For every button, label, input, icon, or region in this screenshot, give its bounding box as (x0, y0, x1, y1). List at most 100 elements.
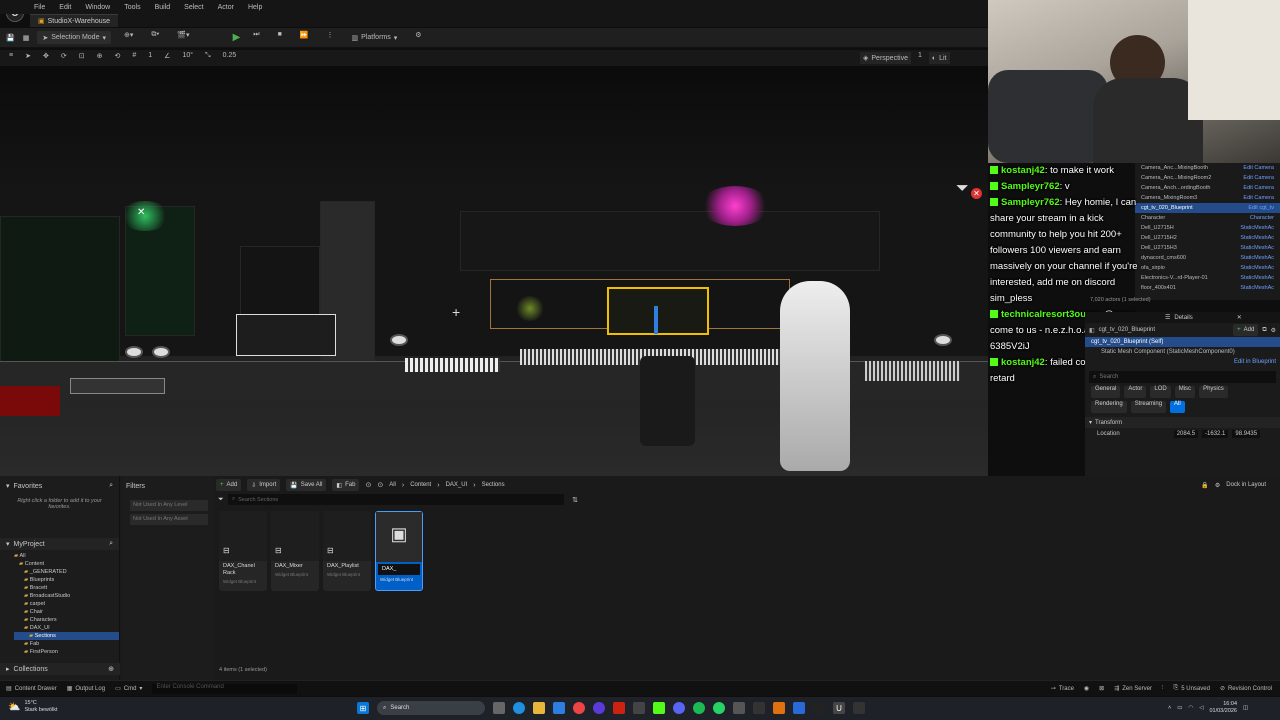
clock[interactable]: 16:04 01/03/2026 (1209, 701, 1237, 715)
whatsapp-icon[interactable] (713, 702, 725, 714)
outliner-row[interactable]: Dell_U2715H3 StaticMeshAc (1135, 243, 1280, 253)
cmd-dropdown[interactable]: ▭ Cmd ▾ (115, 685, 142, 693)
outliner-row[interactable]: Camera_Anc...MixingRoom2 Edit Camera (1135, 173, 1280, 183)
selection-mode-dropdown[interactable]: ➤ Selection Mode ▾ (37, 31, 111, 44)
cat-lod[interactable]: LOD (1150, 386, 1171, 398)
platforms-dropdown[interactable]: ▥ Platforms ▾ (347, 31, 403, 44)
folder-item[interactable]: ▰ carpet (14, 600, 119, 608)
outliner-row[interactable]: Dell_U2715H StaticMeshAc (1135, 223, 1280, 233)
app-icon[interactable] (813, 702, 825, 714)
asset-tile-selected[interactable]: ▣ DAX_ Widget Blueprint (375, 511, 423, 591)
folder-item[interactable]: ▰ Content (14, 560, 119, 568)
content-icon[interactable]: ▦ (23, 34, 30, 42)
blender-icon[interactable] (773, 702, 785, 714)
import-button[interactable]: ⇩ Import (247, 479, 281, 491)
folder-item[interactable]: ▰ Fab (14, 640, 119, 648)
folder-item[interactable]: ▰ BroadcastStudio (14, 592, 119, 600)
breadcrumb-sections[interactable]: Sections (482, 482, 505, 488)
folder-item[interactable]: ▰ _GENERATED (14, 568, 119, 576)
outliner-row[interactable]: cgt_tv_020_Blueprint Edit cgt_tv (1135, 203, 1280, 213)
folder-item[interactable]: ▰ DAX_UI (14, 624, 119, 632)
add-button[interactable]: + Add (216, 479, 242, 491)
grid-snap-icon[interactable]: # (129, 52, 139, 64)
details-search[interactable]: ⌕ Search (1089, 371, 1276, 383)
outliner-row[interactable]: floor_400x401 StaticMeshAc (1135, 283, 1280, 293)
app-icon[interactable] (613, 702, 625, 714)
close-icon[interactable]: ✕ (1237, 314, 1242, 321)
filter-unused-asset[interactable]: Not Used In Any Asset (130, 514, 208, 525)
edit-in-blueprint-link[interactable]: Edit in Blueprint (1085, 357, 1280, 367)
filter-unused-level[interactable]: Not Used In Any Level (130, 500, 208, 511)
file-explorer-icon[interactable] (533, 702, 545, 714)
volume-icon[interactable]: ◁ (1199, 705, 1203, 711)
menu-window[interactable]: Window (85, 4, 110, 11)
spotify-icon[interactable] (693, 702, 705, 714)
console-input[interactable]: Enter Console Command (152, 683, 298, 694)
app-icon[interactable] (853, 702, 865, 714)
blueprint-icon[interactable]: ⧉ (1262, 327, 1266, 334)
scale-snap-icon[interactable]: ⤡ (202, 52, 214, 64)
outliner-row[interactable]: ofa_sirpio StaticMeshAc (1135, 263, 1280, 273)
funnel-icon[interactable]: ⏷ (956, 180, 969, 198)
surface-snap-icon[interactable]: ⟲ (111, 52, 123, 64)
folder-item[interactable]: ▰ Chair (14, 608, 119, 616)
component-self-row[interactable]: cgt_tv_020_Blueprint (Self) (1085, 337, 1280, 347)
stop-icon[interactable]: ■ (273, 31, 287, 44)
network-icon[interactable]: ▭ (1177, 705, 1182, 711)
outliner-row[interactable]: Electronics-V...rd-Player-01 StaticMeshAc (1135, 273, 1280, 283)
chevron-up-icon[interactable]: ˄ (1168, 705, 1171, 711)
asset-tile[interactable]: ⊟ DAX_Playlist Widget Blueprint (323, 511, 371, 591)
record-icon[interactable]: ◉ (1084, 685, 1089, 692)
menu-actor[interactable]: Actor (218, 4, 234, 11)
gizmo-axis[interactable] (654, 306, 658, 334)
more-icon[interactable]: ⋮ (322, 31, 339, 44)
save-all-button[interactable]: 💾 Save All (286, 479, 327, 491)
folder-item[interactable]: ▰ FirstPerson (14, 648, 119, 656)
dock-in-layout-button[interactable]: 🔒 ⚙ Dock in Layout (1201, 482, 1266, 489)
world-icon[interactable]: ⊕ (94, 52, 106, 64)
myproject-header[interactable]: ▾ MyProject ⌕ (0, 538, 119, 550)
menu-edit[interactable]: Edit (59, 4, 71, 11)
notification-icon[interactable]: ◫ (1243, 705, 1248, 711)
outliner-row[interactable]: Dell_U2715H2 StaticMeshAc (1135, 233, 1280, 243)
camera-speed[interactable]: 1 (915, 52, 925, 64)
move-tool-icon[interactable]: ✥ (40, 52, 52, 64)
folder-item[interactable]: ▰ All (14, 552, 119, 560)
breadcrumb-content[interactable]: Content (410, 482, 431, 488)
location-x[interactable]: 2084.5 (1173, 430, 1199, 438)
menu-tools[interactable]: Tools (124, 4, 140, 11)
component-row[interactable]: Static Mesh Component (StaticMeshCompone… (1085, 347, 1280, 357)
viewport-menu-icon[interactable]: ≡ (6, 52, 16, 64)
select-tool-icon[interactable]: ➤ (22, 52, 34, 64)
zen-server-button[interactable]: ⇶ Zen Server (1114, 685, 1152, 693)
asset-tile[interactable]: ⊟ DAX_Chanel Rack Widget Blueprint (219, 511, 267, 591)
cat-general[interactable]: General (1091, 386, 1121, 398)
cat-rendering[interactable]: Rendering (1091, 401, 1127, 413)
cinematics-icon[interactable]: 🎬▾ (172, 31, 194, 44)
history-back-icon[interactable]: ⊙ (365, 481, 371, 489)
obs-icon[interactable] (753, 702, 765, 714)
step-icon[interactable]: ⏭ (248, 31, 264, 44)
source-control-icon[interactable]: ⫶ (1162, 685, 1164, 692)
play-icon[interactable]: ▶ (233, 32, 241, 43)
cat-actor[interactable]: Actor (1124, 386, 1147, 398)
breadcrumb-dax-ui[interactable]: DAX_UI (446, 482, 468, 488)
content-search-input[interactable]: ⌕ Search Sections (228, 494, 565, 505)
settings-icon[interactable]: ⚙ (410, 31, 426, 44)
task-view-icon[interactable] (493, 702, 505, 714)
collections-header[interactable]: ▸ Collections ⊕ (0, 663, 120, 675)
outliner-row[interactable]: Character Character (1135, 213, 1280, 223)
sort-icon[interactable]: ⇅ (572, 496, 578, 504)
output-log-button[interactable]: ▦ Output Log (67, 685, 105, 693)
trace-button[interactable]: ⊸ Trace (1051, 685, 1074, 693)
search-icon[interactable]: ⌕ (109, 482, 113, 490)
menu-file[interactable]: File (34, 4, 45, 11)
unreal-engine-icon[interactable]: U (833, 702, 845, 714)
browser-icon[interactable] (593, 702, 605, 714)
level-tab[interactable]: ▣ StudioX-Warehouse (30, 14, 119, 27)
rotation-snap-value[interactable]: 10° (179, 52, 196, 64)
store-icon[interactable] (553, 702, 565, 714)
menu-build[interactable]: Build (155, 4, 171, 11)
wifi-icon[interactable]: ◠ (1188, 705, 1193, 711)
menu-help[interactable]: Help (248, 4, 262, 11)
